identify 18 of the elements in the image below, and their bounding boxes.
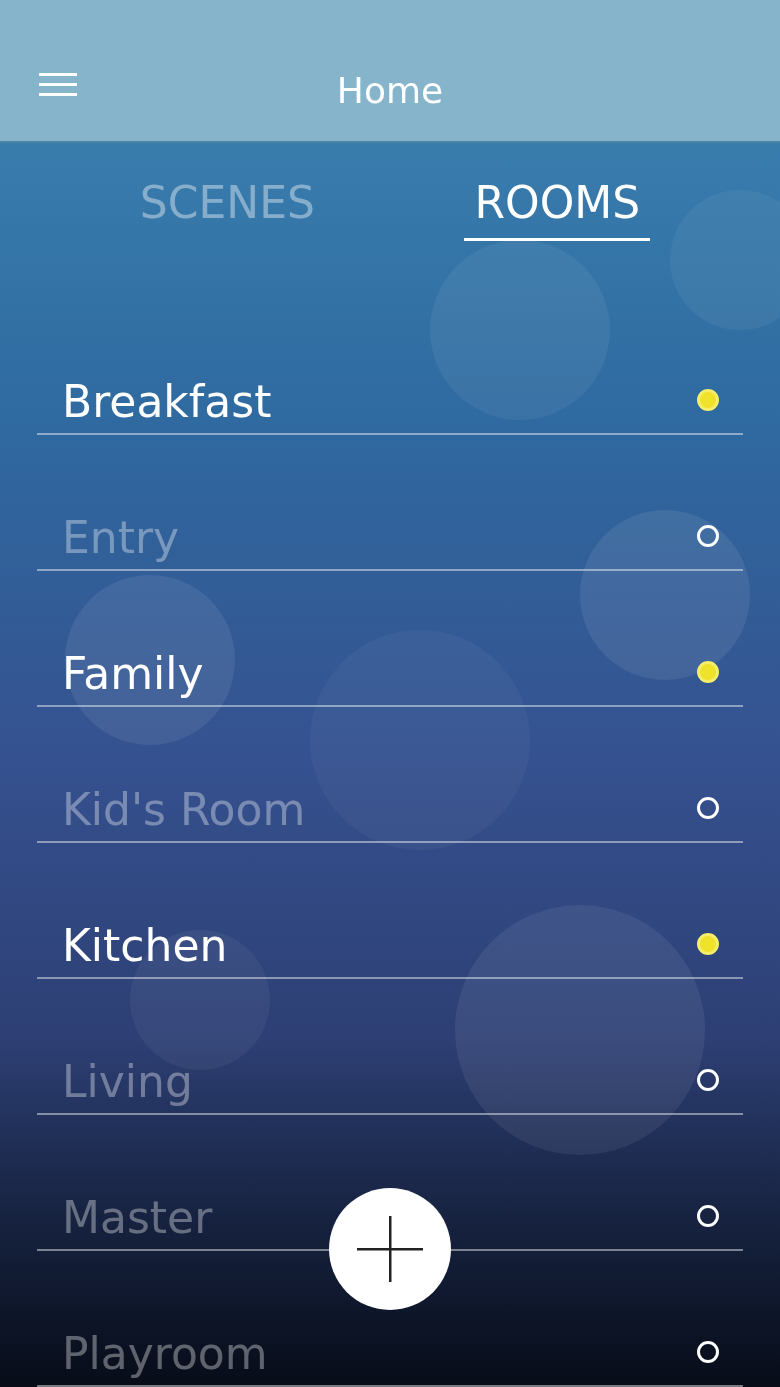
room-name: Master: [62, 1192, 213, 1243]
room-name: Family: [62, 648, 204, 699]
room-name: Playroom: [62, 1328, 268, 1379]
room-row[interactable]: Kid's Room: [37, 707, 743, 843]
room-row[interactable]: Kitchen: [37, 843, 743, 979]
room-name: Breakfast: [62, 376, 272, 427]
room-name: Kitchen: [62, 920, 228, 971]
tab[interactable]: ROOMS: [464, 173, 651, 241]
header-title: Home: [336, 70, 444, 111]
room-row[interactable]: Entry: [37, 435, 743, 571]
room-row[interactable]: Living: [37, 979, 743, 1115]
room-row[interactable]: Family: [37, 571, 743, 707]
room-name: Living: [62, 1056, 193, 1107]
room-name: Kid's Room: [62, 784, 306, 835]
plus-icon: [357, 1216, 423, 1282]
tab[interactable]: SCENES: [129, 173, 325, 241]
room-row[interactable]: Breakfast: [37, 299, 743, 435]
room-name: Entry: [62, 512, 180, 563]
